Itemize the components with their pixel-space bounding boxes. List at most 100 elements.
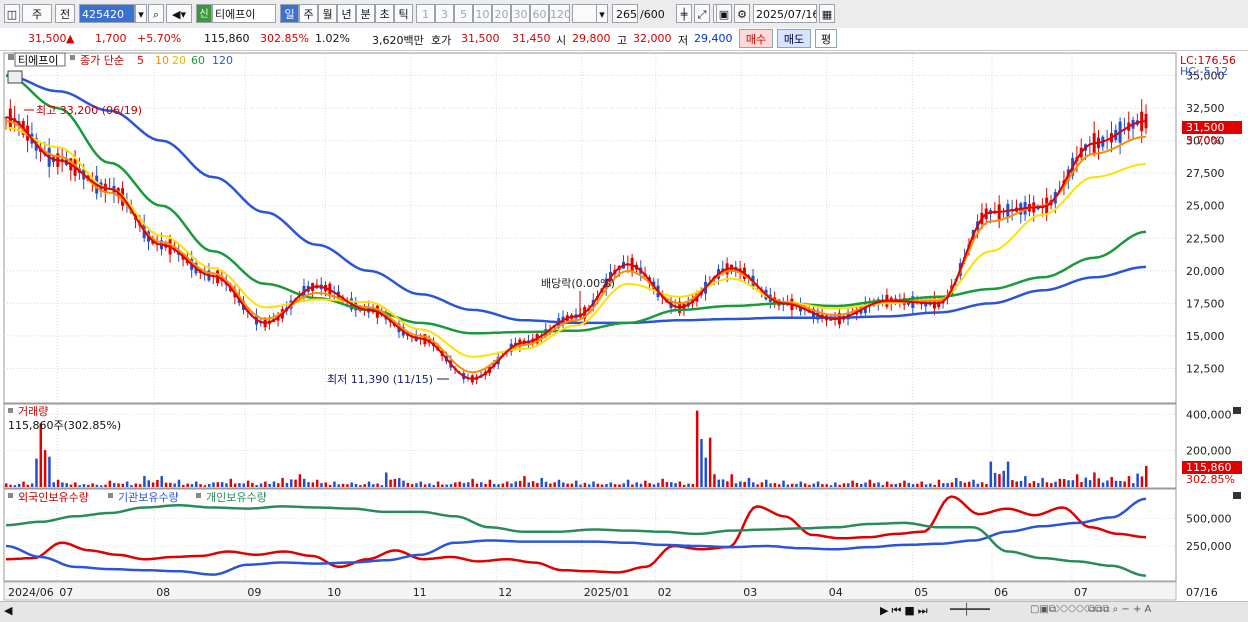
pct-badge: 5.70%	[1186, 134, 1221, 147]
calendar-icon[interactable]: ▦	[819, 4, 835, 23]
interval-5[interactable]: 5	[454, 4, 473, 23]
volume-bar	[229, 478, 233, 487]
volume-bar	[812, 483, 815, 487]
volume-bar	[704, 457, 708, 487]
sound-icon[interactable]: ◀▾	[166, 4, 192, 23]
volume-bar	[436, 481, 440, 487]
chevron-down-icon[interactable]: ▾	[135, 4, 147, 23]
window-icon[interactable]: ◫	[4, 4, 20, 23]
volume-bar	[1127, 476, 1131, 487]
legend-stock-name: 티에프이	[18, 54, 58, 67]
volume-bar	[410, 484, 414, 487]
panel-close-icon[interactable]	[1233, 492, 1241, 499]
volume-bar	[441, 484, 444, 487]
layout-icons[interactable]: ▢▣⧉⤫⤫⤫⤫⧉⧉⧉ ⌕ − + A	[1030, 604, 1151, 615]
volume-bar	[682, 484, 686, 487]
volume-bar	[527, 482, 530, 487]
search-icon[interactable]: ⌕	[148, 4, 164, 23]
volume-bar	[967, 481, 971, 487]
volume-bar	[570, 483, 574, 487]
period-week[interactable]: 주	[299, 4, 318, 23]
high-label: 고	[617, 34, 628, 47]
code-input[interactable]: 425420	[79, 4, 135, 23]
volume-bar	[613, 484, 617, 487]
volume-bar	[1110, 477, 1113, 487]
period-day[interactable]: 일	[280, 4, 299, 23]
volume-bar	[449, 484, 453, 487]
buy-button[interactable]: 매수	[739, 29, 773, 48]
volume-bar	[484, 483, 487, 487]
market-select[interactable]: 주	[22, 4, 52, 23]
volume-bar	[182, 484, 185, 487]
volume-bar	[644, 480, 647, 487]
volume-bar	[367, 481, 371, 487]
volume-bar	[26, 484, 30, 487]
date-input[interactable]: 2025/07/16	[753, 4, 817, 23]
period-month[interactable]: 월	[318, 4, 337, 23]
volume-bar	[1097, 478, 1100, 487]
indiv-legend: 개인보유수량	[206, 491, 267, 504]
scroll-left-icon[interactable]: ◀	[4, 604, 12, 617]
volume-bar	[285, 482, 289, 487]
candle-icon[interactable]: ╪	[676, 4, 692, 23]
panel-close-icon[interactable]	[1233, 407, 1241, 414]
volume-bar	[13, 485, 17, 487]
interval-3[interactable]: 3	[435, 4, 454, 23]
sell-button[interactable]: 매도	[777, 29, 811, 48]
y-tick-label: 12,500	[1186, 362, 1225, 375]
volume-bar	[1028, 483, 1031, 487]
y-tick-label: 22,500	[1186, 232, 1225, 245]
volume-bar	[929, 483, 932, 487]
volume-bar	[22, 481, 25, 487]
table-icon[interactable]	[7, 70, 23, 84]
period-minute[interactable]: 분	[356, 4, 375, 23]
volume-bar	[147, 480, 150, 487]
volume-bar	[765, 479, 768, 487]
volume-bar	[756, 484, 759, 487]
interval-60[interactable]: 60	[530, 4, 549, 23]
x-tick-label: 12	[498, 586, 512, 599]
volume-bar	[1045, 482, 1049, 487]
volume-bar	[730, 474, 733, 487]
volume-bar	[587, 484, 591, 487]
period-second[interactable]: 초	[375, 4, 394, 23]
interval-10[interactable]: 10	[473, 4, 492, 23]
period-year[interactable]: 년	[337, 4, 356, 23]
volume-bar	[151, 482, 155, 487]
quote-bar: 31,500 ▲ 1,700 +5.70% 115,860 302.85% 1.…	[0, 28, 1248, 51]
volume-bar	[708, 437, 712, 487]
zoom-slider[interactable]: ━━┿━━━	[950, 603, 990, 616]
volume-bar	[661, 478, 664, 487]
interval-1[interactable]: 1	[416, 4, 435, 23]
volume-bar	[1041, 477, 1044, 487]
legend-ma60: 60	[191, 54, 205, 67]
playback-controls[interactable]: ▶⏮■⏭	[880, 604, 931, 618]
count-input[interactable]: 265	[612, 4, 638, 23]
interval-20[interactable]: 20	[492, 4, 511, 23]
gear-icon[interactable]: ⚙	[734, 4, 750, 23]
toolbar: ◫ 주 전 425420 ▾ ⌕ ◀▾ 신 티에프이 일 주 월 년 분 초 틱…	[0, 0, 1248, 29]
volume-bar	[156, 479, 159, 487]
x-tick-label: 05	[914, 586, 928, 599]
up-arrow-icon: ▲	[66, 32, 75, 45]
volume-bar	[17, 483, 21, 487]
volume-bar	[1015, 481, 1018, 487]
range-select[interactable]: 전	[55, 4, 75, 23]
scrollbar[interactable]: ◀ ▶⏮■⏭ ━━┿━━━ ▢▣⧉⤫⤫⤫⤫⧉⧉⧉ ⌕ − + A	[0, 601, 1248, 622]
y-tick-label: 250,000	[1186, 540, 1232, 553]
chevron-down-icon[interactable]: ▾	[596, 4, 608, 23]
save-icon[interactable]: ▣	[716, 4, 732, 23]
draw-icon[interactable]: ⤢	[694, 4, 710, 23]
eval-button[interactable]: 평	[815, 29, 837, 48]
volume-bar	[717, 479, 720, 487]
interval-30[interactable]: 30	[511, 4, 530, 23]
volume-bar	[963, 482, 967, 487]
period-tick[interactable]: 틱	[394, 4, 413, 23]
volume-bar	[328, 484, 332, 487]
volume-bar	[782, 480, 785, 487]
y-tick-label: 15,000	[1186, 330, 1225, 343]
volume-bar	[492, 483, 496, 487]
interval-120[interactable]: 120	[549, 4, 570, 23]
x-tick-label: 10	[327, 586, 341, 599]
volume-bar	[363, 484, 366, 487]
